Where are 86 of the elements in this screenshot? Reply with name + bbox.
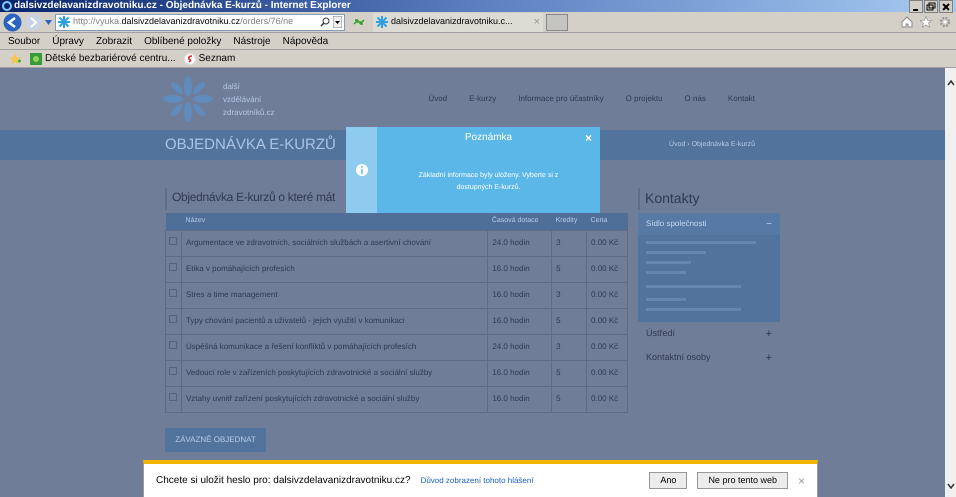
restore-icon[interactable]	[924, 0, 938, 12]
table-cell: 3	[556, 238, 561, 246]
table-cell: 3	[556, 342, 561, 350]
favorites-star-icon[interactable]	[8, 52, 22, 64]
table-cell: 16.0 hodin	[492, 368, 530, 376]
table-cell: 5	[556, 316, 561, 324]
info-icon	[356, 164, 368, 176]
checkbox[interactable]	[169, 314, 177, 322]
page-title: OBJEDNÁVKA E-KURZŮ	[165, 134, 336, 155]
course-name: Etika v pomáhajících profesích	[186, 264, 295, 272]
table-cell: 0.00 Kč	[591, 264, 618, 272]
never-button[interactable]: Ne pro tento web	[697, 472, 788, 489]
minus-icon: −	[766, 216, 772, 232]
table-cell: 5	[556, 264, 561, 272]
home-icon[interactable]	[901, 16, 913, 28]
ie-logo-icon	[2, 1, 12, 11]
table-cell: 16.0 hodin	[492, 316, 530, 324]
course-name: Stres a time management	[186, 290, 278, 298]
section-title: Kontakty	[638, 188, 780, 210]
menu-item[interactable]: Nápověda	[282, 34, 328, 48]
tab-title: dalsivzdelavanizdravotniku.c...	[391, 15, 513, 28]
scroll-up-icon	[946, 80, 954, 86]
course-name: Úspěšná komunikace a řešení konfliktů v pomáhajících profesích	[186, 342, 416, 350]
asterisk-icon	[376, 16, 388, 28]
table-cell: 0.00 Kč	[591, 368, 618, 376]
table-cell: 0.00 Kč	[591, 316, 618, 324]
minimize-icon[interactable]	[909, 0, 923, 12]
browser-tab[interactable]: dalsivzdelavanizdravotniku.c... ×	[373, 12, 543, 32]
checkbox[interactable]	[169, 366, 177, 374]
checkbox[interactable]	[169, 236, 177, 244]
logo-text: vzdělávání	[223, 94, 262, 106]
checkbox[interactable]	[169, 340, 177, 348]
address-field[interactable]: http://vyuka.dalsivzdelavanizdravotniku.cz/orders/76/ne	[55, 14, 345, 30]
favorite-link[interactable]: Dětské bezbariérové centru...	[30, 51, 176, 66]
table-cell: 0.00 Kč	[591, 290, 618, 298]
plus-icon: +	[766, 326, 772, 342]
table-cell: 0.00 Kč	[591, 238, 618, 246]
menu-item[interactable]: Soubor	[8, 34, 40, 48]
favorite-link[interactable]: Seznam	[184, 51, 236, 66]
table-cell: 5	[556, 368, 561, 376]
close-icon[interactable]	[939, 0, 953, 12]
table-cell: 0.00 Kč	[591, 342, 618, 350]
url-text: http://vyuka.dalsivzdelavanizdravotniku.cz/orders/76/ne	[73, 15, 294, 28]
logo-text: zdravotníků.cz	[223, 106, 275, 118]
logo-text: další	[223, 80, 241, 92]
asterisk-icon	[58, 16, 70, 28]
checkbox[interactable]	[169, 392, 177, 400]
search-icon	[320, 17, 330, 27]
menu-item[interactable]: Oblíbené položky	[144, 34, 222, 48]
course-name: Typy chování pacientů a uživatelů - jejich využití v komunikaci	[186, 316, 405, 324]
logo-icon	[184, 52, 196, 64]
table-cell: 24.0 hodin	[492, 342, 530, 350]
modal-title: Poznámka	[464, 131, 512, 145]
reason-link[interactable]: Důvod zobrazení tohoto hlášení	[420, 474, 534, 486]
new-tab-button[interactable]	[546, 14, 568, 30]
menu-item[interactable]: Nástroje	[233, 34, 271, 48]
course-name: Vztahy uvnitř zařízení poskytujících zdravotnické a sociální služby	[186, 394, 420, 402]
flower-logo-icon	[163, 76, 213, 122]
star-icon[interactable]	[920, 16, 932, 28]
scroll-down-icon	[946, 483, 954, 489]
menu-item[interactable]: Zobrazit	[96, 34, 132, 48]
window-title: dalsivzdelavanizdravotniku.cz - Objednávka E-kurzů - Internet Explorer	[14, 1, 351, 11]
checkbox[interactable]	[169, 288, 177, 296]
accordion-label: Sídlo společnosti	[646, 218, 706, 230]
table-cell: 16.0 hodin	[492, 264, 530, 272]
checkbox[interactable]	[169, 262, 177, 270]
table-cell: 16.0 hodin	[492, 290, 530, 298]
back-icon[interactable]	[3, 12, 22, 32]
table-cell: 16.0 hodin	[492, 394, 530, 402]
yes-button[interactable]: Ano	[649, 472, 688, 489]
settings-icon[interactable]	[939, 16, 951, 28]
plus-icon: +	[766, 350, 772, 366]
course-name: Argumentace ve zdravotních, sociálních službách a asertivní chování	[186, 238, 431, 246]
scrollbar[interactable]	[945, 68, 956, 497]
notification-message: Chcete si uložit heslo pro: dalsivzdelavanizdravotniku.cz?	[156, 474, 411, 488]
table-cell: 5	[556, 394, 561, 402]
table-cell: 3	[556, 290, 561, 298]
accordion-label: Kontaktní osoby	[646, 351, 711, 364]
course-name: Vedoucí role v zařízeních poskytujících zdravotnické a sociální služby	[186, 368, 432, 376]
table-cell: 0.00 Kč	[591, 394, 618, 402]
table-cell: 24.0 hodin	[492, 238, 530, 246]
dropdown-icon[interactable]	[333, 16, 342, 28]
header-cell	[166, 213, 182, 230]
leaf-icon	[30, 52, 42, 64]
accordion-label: Ústředí	[646, 327, 676, 340]
menu-item[interactable]: Úpravy	[52, 34, 84, 48]
